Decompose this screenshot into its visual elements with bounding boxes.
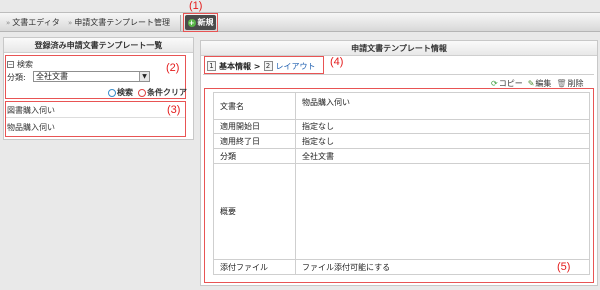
tab-basic-info[interactable]: 基本情報 > [219, 61, 261, 72]
tab-layout[interactable]: レイアウト [276, 61, 316, 72]
breadcrumb-label: 申請文書テンプレート管理 [74, 18, 171, 27]
table-row: 文書名 物品購入伺い [213, 92, 590, 120]
field-label: 適用終了日 [213, 133, 296, 149]
search-button-label: 検索 [117, 88, 133, 97]
category-select[interactable]: 全社文書 ▼ [33, 71, 150, 82]
category-value: 全社文書 [36, 72, 68, 81]
tab-bar: 1 基本情報 > 2 レイアウト [207, 59, 316, 73]
field-value: 指定なし [295, 133, 590, 149]
top-bar: » 文書エディタ » 申請文書テンプレート管理 [0, 12, 600, 32]
table-row: 添付ファイル ファイル添付可能にする [213, 259, 590, 275]
tab-number: 2 [263, 61, 273, 71]
field-value: 指定なし [295, 119, 590, 134]
field-value [295, 163, 590, 260]
breadcrumb-item-template-management[interactable]: » 申請文書テンプレート管理 [68, 17, 170, 28]
chevron-down-icon: ▼ [139, 72, 149, 81]
field-label: 文書名 [213, 92, 296, 120]
copy-icon: ⟳ [491, 79, 498, 88]
panel-title: 申請文書テンプレート情報 [201, 41, 597, 56]
new-button-label: 新規 [197, 18, 214, 27]
template-info-table: 文書名 物品購入伺い 適用開始日 指定なし 適用終了日 指定なし 分類 全社文書… [213, 92, 590, 275]
field-label: 分類 [213, 148, 296, 164]
table-row: 分類 全社文書 [213, 148, 590, 164]
chevron-right-icon: » [6, 18, 11, 27]
collapse-icon: − [7, 61, 14, 68]
clear-button-label: 条件クリア [147, 88, 187, 97]
field-value: 全社文書 [295, 148, 590, 164]
clear-button[interactable]: 条件クリア [138, 87, 187, 98]
clear-search-icon [138, 88, 146, 97]
new-button[interactable]: + 新規 [185, 15, 216, 30]
annotation-1: (1) [189, 0, 203, 12]
breadcrumb-item-editor[interactable]: » 文書エディタ [6, 17, 60, 28]
trash-icon: 🗑 [556, 79, 567, 88]
search-button[interactable]: 検索 [108, 87, 133, 98]
field-label: 添付ファイル [213, 259, 296, 275]
search-toggle[interactable]: − 検索 [7, 59, 33, 70]
category-label: 分類: [7, 73, 26, 82]
field-value: ファイル添付可能にする [295, 259, 590, 275]
table-row: 適用開始日 指定なし [213, 119, 590, 134]
field-value: 物品購入伺い [295, 92, 590, 120]
chevron-right-icon: » [68, 18, 73, 27]
annotation-2: (2) [166, 62, 180, 74]
panel-title: 登録済み申請文書テンプレート一覧 [4, 38, 193, 53]
divider [180, 15, 181, 31]
table-row: 概要 [213, 163, 590, 260]
divider [6, 117, 185, 118]
template-list-item[interactable]: 図書購入伺い [7, 105, 55, 116]
plus-icon: + [187, 18, 196, 27]
annotation-3: (3) [167, 104, 181, 116]
field-label: 適用開始日 [213, 119, 296, 134]
annotation-4: (4) [330, 56, 344, 68]
edit-icon: ✎ [527, 79, 535, 88]
table-row: 適用終了日 指定なし [213, 133, 590, 149]
divider [203, 74, 594, 75]
field-label: 概要 [213, 163, 296, 260]
template-list-item[interactable]: 物品購入伺い [7, 122, 55, 133]
tab-number: 1 [207, 61, 216, 71]
search-toggle-label: 検索 [17, 60, 33, 69]
breadcrumb-label: 文書エディタ [12, 18, 60, 27]
search-icon [108, 88, 116, 97]
